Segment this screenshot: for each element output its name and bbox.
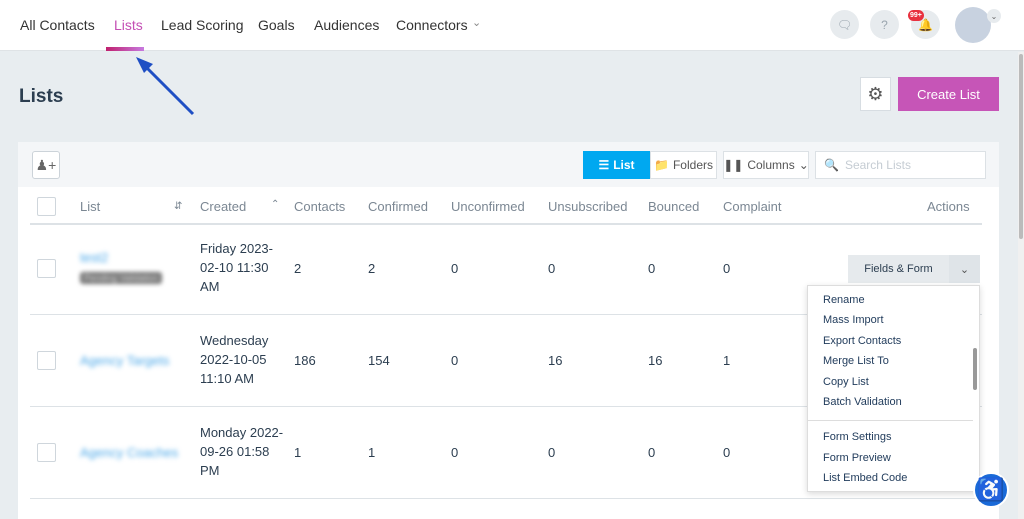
menu-copy-list[interactable]: Copy List: [823, 376, 869, 388]
unsubscribed-value: 0: [548, 261, 556, 276]
add-contact-icon[interactable]: ♟+: [32, 151, 60, 179]
columns-label: Columns: [747, 158, 795, 172]
contacts-value: 2: [294, 261, 302, 276]
header-list[interactable]: List: [80, 199, 100, 214]
list-name-link[interactable]: Agency Targets: [80, 351, 169, 370]
fields-form-button[interactable]: Fields & Form: [848, 255, 949, 283]
created-date: 2022-10-05: [200, 352, 267, 367]
row-checkbox[interactable]: [37, 259, 56, 278]
search-input[interactable]: [844, 158, 985, 172]
header-bounced: Bounced: [648, 199, 700, 214]
created-date: Wednesday: [200, 333, 269, 348]
menu-batch-validation[interactable]: Batch Validation: [823, 396, 902, 408]
menu-form-settings[interactable]: Form Settings: [823, 431, 891, 443]
complaint-value: 0: [723, 261, 731, 276]
header-confirmed: Confirmed: [368, 199, 428, 214]
actions-menu: Rename Mass Import Export Contacts Merge…: [807, 285, 980, 492]
header-unsubscribed: Unsubscribed: [548, 199, 628, 214]
menu-mass-import[interactable]: Mass Import: [823, 314, 884, 326]
list-name-link[interactable]: test2: [80, 248, 108, 267]
header-contacts: Contacts: [294, 199, 346, 214]
accessibility-icon[interactable]: ♿: [973, 472, 1009, 508]
list-icon: ☰: [598, 158, 610, 172]
columns-dropdown[interactable]: ❚❚ Columns ⌄: [723, 151, 809, 179]
folder-icon: 📁: [654, 158, 669, 172]
menu-rename[interactable]: Rename: [823, 294, 865, 306]
header-divider: [30, 223, 982, 225]
sort-icon[interactable]: ⇵: [174, 201, 182, 212]
row-checkbox[interactable]: [37, 351, 56, 370]
header-complaint: Complaint: [723, 199, 782, 214]
search-box: 🔍: [815, 151, 986, 179]
page-scrollbar[interactable]: [1018, 52, 1024, 519]
contacts-value: 186: [294, 353, 316, 368]
unsubscribed-value: 16: [548, 353, 563, 368]
sort-asc-icon[interactable]: ⌃: [271, 199, 279, 210]
complaint-value: 1: [723, 353, 731, 368]
created-date: AM: [200, 279, 220, 294]
list-view-button[interactable]: ☰ List: [583, 151, 650, 179]
header-created[interactable]: Created: [200, 199, 246, 214]
menu-form-preview[interactable]: Form Preview: [823, 452, 891, 464]
unconfirmed-value: 0: [451, 445, 459, 460]
menu-list-embed-code[interactable]: List Embed Code: [823, 472, 907, 484]
actions-dropdown-toggle[interactable]: ⌄: [949, 255, 980, 283]
folders-view-button[interactable]: 📁 Folders: [650, 151, 717, 179]
arrow-to-lists: [141, 62, 195, 116]
bounced-value: 0: [648, 261, 656, 276]
folders-label: Folders: [672, 158, 713, 172]
select-all-checkbox[interactable]: [37, 197, 56, 216]
search-icon: 🔍: [824, 158, 839, 172]
bounced-value: 16: [648, 353, 663, 368]
columns-icon: ❚❚: [723, 158, 744, 172]
header-unconfirmed: Unconfirmed: [451, 199, 525, 214]
menu-export-contacts[interactable]: Export Contacts: [823, 335, 901, 347]
created-date: Monday 2022-: [200, 425, 284, 440]
toolbar: ♟+ ☰ List 📁 Folders ❚❚ Columns ⌄ 🔍: [18, 142, 999, 187]
header-actions: Actions: [927, 199, 970, 214]
menu-scrollbar[interactable]: [973, 348, 977, 390]
complaint-value: 0: [723, 445, 731, 460]
bounced-value: 0: [648, 445, 656, 460]
confirmed-value: 154: [368, 353, 390, 368]
list-view-label: List: [613, 158, 635, 172]
created-date: 09-26 01:58: [200, 444, 270, 459]
created-date: Friday 2023-: [200, 241, 273, 256]
contacts-value: 1: [294, 445, 302, 460]
confirmed-value: 2: [368, 261, 376, 276]
row-divider: [30, 498, 982, 499]
list-name-link[interactable]: Agency Coaches: [80, 443, 178, 462]
row-checkbox[interactable]: [37, 443, 56, 462]
unconfirmed-value: 0: [451, 261, 459, 276]
list-status-tag: Pending Validation: [80, 272, 163, 284]
unconfirmed-value: 0: [451, 353, 459, 368]
confirmed-value: 1: [368, 445, 376, 460]
menu-divider: [808, 420, 973, 421]
menu-merge-list[interactable]: Merge List To: [823, 355, 889, 367]
created-date: PM: [200, 463, 220, 478]
chevron-down-icon: ⌄: [798, 158, 809, 172]
created-date: 11:10 AM: [200, 371, 254, 386]
unsubscribed-value: 0: [548, 445, 556, 460]
created-date: 02-10 11:30: [200, 260, 269, 275]
